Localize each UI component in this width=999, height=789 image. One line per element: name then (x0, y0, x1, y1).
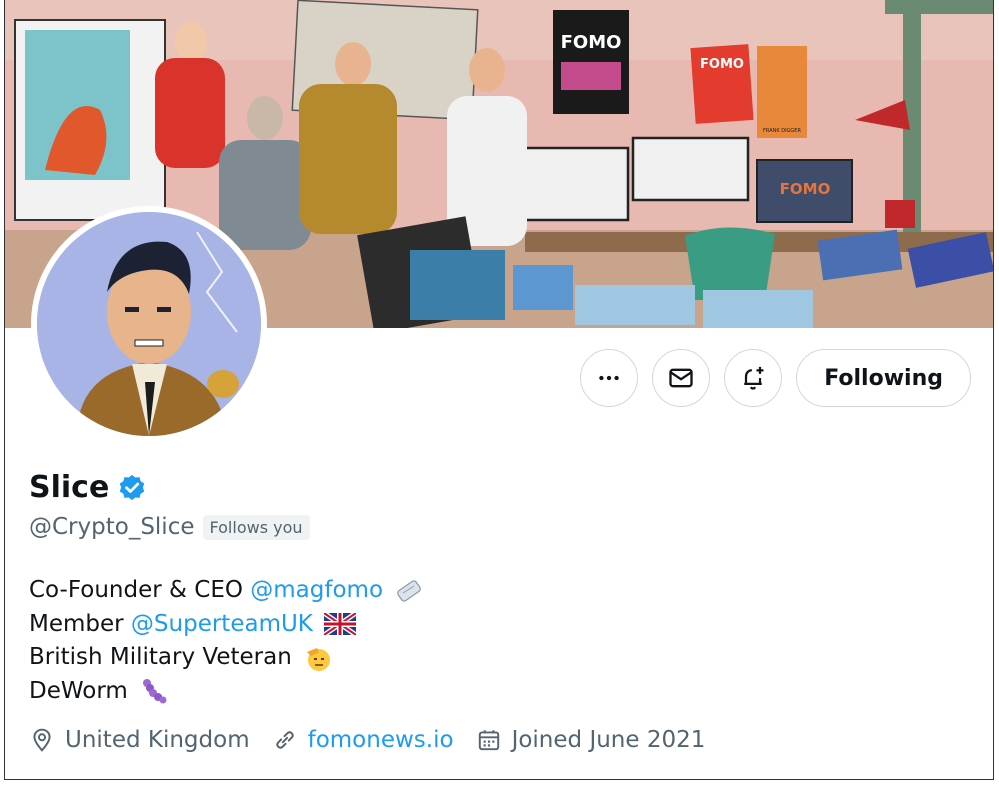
website-item: fomonews.io (272, 727, 454, 753)
verified-badge-icon[interactable] (117, 473, 147, 503)
location-text: United Kingdom (65, 727, 250, 753)
calendar-icon (478, 730, 499, 751)
superteamuk-link[interactable]: @SuperteamUK (131, 611, 313, 637)
bio-text: Member (29, 610, 131, 637)
poster-caption-text: FRANK DIGGER (763, 128, 801, 134)
link-icon (275, 731, 294, 749)
laptop-fomo-text: FOMO (780, 180, 831, 198)
poster-fomo-small-text: FOMO (700, 57, 744, 72)
location-pin-icon (33, 728, 51, 752)
magfomo-link[interactable]: @magfomo (250, 577, 383, 603)
handle-row: @Crypto_Slice Follows you (29, 514, 310, 540)
joined-text: Joined June 2021 (511, 727, 706, 753)
bio-text: DeWorm (29, 677, 128, 704)
bell-plus-icon (744, 366, 764, 390)
display-name: Slice (29, 470, 110, 505)
username-handle: @Crypto_Slice (29, 514, 195, 540)
bio-line: British Military Veteran (29, 641, 424, 675)
bio-text: Co-Founder & CEO (29, 577, 251, 603)
profile-actions: Following (580, 349, 971, 407)
saluting-face-icon (307, 647, 331, 671)
profile-avatar[interactable] (31, 206, 267, 442)
joined-item: Joined June 2021 (476, 727, 706, 753)
bio-line: Co-Founder & CEO @magfomo (29, 574, 424, 608)
more-button[interactable] (580, 349, 639, 407)
location-item: United Kingdom (29, 727, 250, 753)
website-link[interactable]: fomonews.io (308, 727, 454, 753)
mail-icon (669, 368, 693, 388)
poster-fomo-text: FOMO (561, 32, 622, 53)
profile-card: FOMO FOMO FRANK DIGGER FOMO Following Sl… (4, 0, 994, 780)
name-row: Slice (29, 470, 147, 505)
following-button[interactable]: Following (796, 349, 971, 407)
follows-you-badge: Follows you (202, 514, 310, 540)
profile-meta: United Kingdom fomonews.io Joined June 2… (29, 727, 705, 753)
profile-bio: Co-Founder & CEO @magfomo Member @Supert… (29, 574, 424, 708)
bio-text: British Military Veteran (29, 644, 292, 670)
bio-line: DeWorm (29, 675, 424, 709)
notifications-button[interactable] (724, 349, 783, 407)
uk-flag-icon (324, 613, 357, 635)
newspaper-emoji-icon (397, 579, 422, 602)
worm-emoji-icon (143, 679, 167, 704)
message-button[interactable] (652, 349, 711, 407)
more-icon (599, 375, 620, 381)
bio-line: Member @SuperteamUK (29, 608, 424, 642)
